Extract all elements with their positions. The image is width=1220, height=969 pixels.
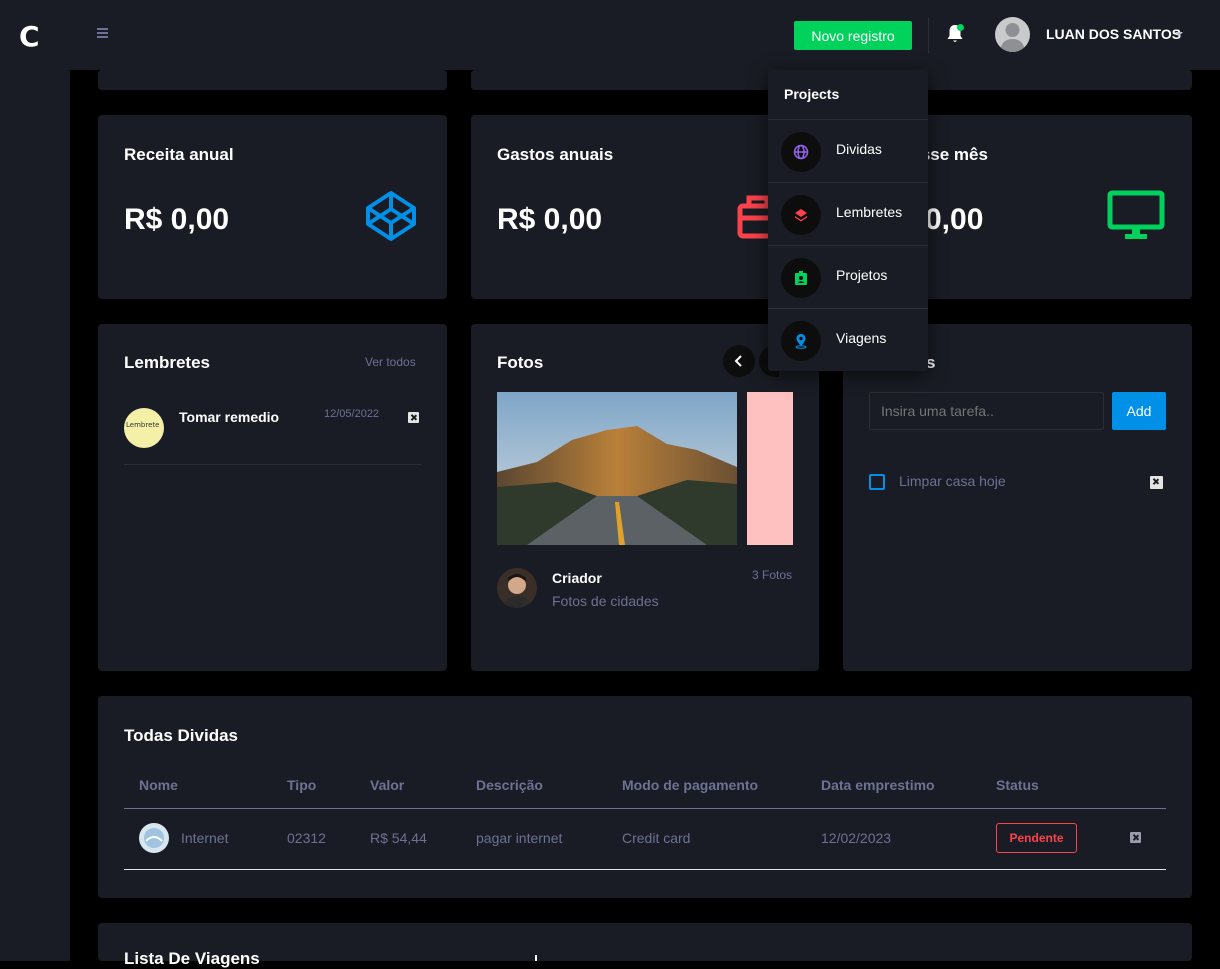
photos-card: Fotos Criador Fotos de cidades 3 Fotos: [471, 324, 819, 671]
row-avatar: [139, 823, 169, 853]
cell-descricao: pagar internet: [476, 830, 563, 846]
status-badge: Pendente: [996, 823, 1077, 853]
tasks-card: s Add Limpar casa hoje: [843, 324, 1192, 671]
delete-task-icon[interactable]: [1150, 476, 1163, 489]
partial-card-left: [98, 70, 447, 90]
contact-card-icon: [795, 271, 807, 285]
debts-card: [98, 696, 1192, 898]
stat-value: R$ 0,00: [497, 203, 603, 236]
table-header-divider: [124, 808, 1166, 809]
stat-title: Receita anual: [124, 145, 234, 164]
trips-title: Lista De Viagens: [124, 949, 260, 968]
cell-valor: R$ 54,44: [370, 830, 427, 846]
dropdown-item-lembretes[interactable]: Lembretes: [768, 182, 928, 245]
table-bottom-divider: [124, 869, 1166, 870]
column-header: Data emprestimo: [821, 777, 935, 793]
cell-data: 12/02/2023: [821, 830, 892, 846]
dropdown-item-viagens[interactable]: Viagens: [768, 308, 928, 371]
next-photo-thumbnail: [747, 392, 793, 545]
column-header: Tipo: [287, 777, 317, 793]
view-all-link[interactable]: Ver todos: [365, 355, 416, 369]
top-navbar: C Novo registro LUAN DOS SANTOS: [0, 0, 1220, 70]
carousel-prev-button[interactable]: [723, 345, 755, 377]
trips-card: Lista De Viagens: [98, 923, 1192, 968]
creator-avatar: [497, 568, 537, 608]
brand-logo[interactable]: C: [19, 20, 40, 53]
user-name[interactable]: LUAN DOS SANTOS: [1046, 26, 1181, 42]
stat-title: Gastos anuais: [497, 145, 614, 164]
chevron-down-icon[interactable]: [1175, 32, 1183, 36]
photos-title: Fotos: [497, 353, 544, 372]
dropdown-item-label: Lembretes: [836, 204, 903, 220]
user-avatar[interactable]: [995, 17, 1030, 52]
column-header: Modo de pagamento: [622, 777, 759, 793]
notification-dot: [957, 24, 964, 31]
delete-reminder-icon[interactable]: [408, 412, 419, 423]
stat-card-expenses: Gastos anuais R$ 0,00: [471, 115, 819, 299]
stat-value: 0,00: [925, 203, 984, 236]
globe-icon: [793, 144, 809, 160]
dropdown-item-label: Viagens: [836, 330, 887, 346]
cell-nome: Internet: [181, 830, 229, 846]
mountain-road-photo: [497, 392, 737, 545]
reminder-title: Tomar remedio: [179, 409, 280, 425]
map-marker-icon: [795, 334, 807, 349]
column-header: Descrição: [476, 777, 543, 793]
photo-count: 3 Fotos: [752, 568, 793, 582]
stat-value: R$ 0,00: [124, 203, 230, 236]
task-label: Limpar casa hoje: [899, 473, 1006, 489]
cell-modo-pagamento: Credit card: [622, 830, 691, 846]
dropdown-item-label: Dividas: [836, 141, 882, 157]
menu-toggle-icon[interactable]: [97, 28, 108, 38]
dropdown-item-label: Projetos: [836, 267, 888, 283]
navbar-divider: [928, 17, 929, 53]
task-checkbox[interactable]: [869, 474, 885, 490]
reminders-title: Lembretes: [124, 353, 210, 372]
projects-dropdown: Projects Dividas Lembretes Projetos Viag…: [768, 70, 928, 371]
debts-title: Todas Dividas: [124, 726, 238, 745]
monitor-icon: [1107, 190, 1165, 239]
dropdown-title: Projects: [784, 86, 840, 102]
stat-card-revenue: Receita anual R$ 0,00: [98, 115, 447, 299]
dropdown-item-dividas[interactable]: Dividas: [768, 119, 928, 182]
task-input[interactable]: [869, 392, 1104, 430]
delete-debt-icon[interactable]: [1130, 832, 1141, 843]
plus-icon[interactable]: [535, 955, 537, 961]
dropdown-item-projetos[interactable]: Projetos: [768, 245, 928, 308]
divider: [124, 464, 421, 465]
new-record-button[interactable]: Novo registro: [794, 21, 912, 50]
sidebar: [0, 70, 70, 961]
column-header: Nome: [139, 777, 178, 793]
reminder-date: 12/05/2022: [324, 408, 380, 420]
column-header: Valor: [370, 777, 405, 793]
column-header: Status: [996, 777, 1039, 793]
codepen-icon: [366, 191, 416, 241]
cell-tipo: 02312: [287, 830, 326, 846]
reminder-thumbnail: Lembrete: [124, 408, 164, 448]
creator-name: Criador: [552, 570, 602, 586]
creator-description: Fotos de cidades: [552, 593, 659, 609]
add-task-button[interactable]: Add: [1112, 392, 1166, 430]
layers-icon: [795, 209, 807, 222]
reminders-card: Lembretes Ver todos Lembrete Tomar remed…: [98, 324, 447, 671]
